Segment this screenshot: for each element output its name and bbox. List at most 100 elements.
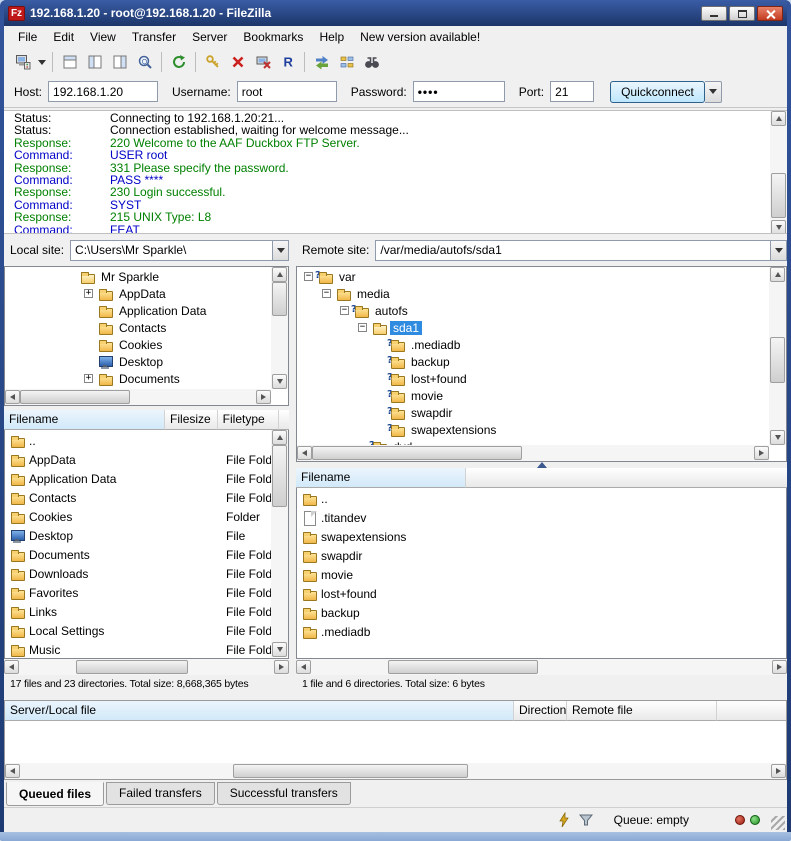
tree-item[interactable]: −?var [298, 268, 769, 285]
reconnect-button[interactable]: R [275, 51, 300, 74]
quickconnect-button[interactable]: Quickconnect [610, 81, 705, 103]
local-file-row[interactable]: AppDataFile Folder [6, 450, 271, 469]
site-manager-button[interactable] [10, 51, 35, 74]
scrollbar-thumb[interactable] [771, 173, 786, 218]
remote-file-row[interactable]: swapdir [298, 546, 785, 565]
lightning-icon[interactable] [556, 812, 572, 828]
toggle-message-log-button[interactable] [57, 51, 82, 74]
tree-item[interactable]: −media [298, 285, 769, 302]
collapse-icon[interactable]: − [340, 306, 349, 315]
scrollbar-thumb[interactable] [272, 282, 287, 316]
scroll-up-button[interactable] [272, 430, 287, 445]
port-input[interactable] [550, 81, 594, 102]
remote-list-hscrollbar[interactable] [296, 659, 787, 675]
remote-site-path-input[interactable] [375, 240, 770, 261]
remote-tree-vscrollbar[interactable] [769, 267, 786, 445]
remote-file-row[interactable]: lost+found [298, 584, 785, 603]
column-header-filetype[interactable]: Filetype [218, 410, 279, 430]
menu-help[interactable]: Help [311, 27, 352, 47]
remote-site-dropdown-button[interactable] [770, 240, 787, 261]
scrollbar-thumb[interactable] [770, 337, 785, 383]
scroll-down-button[interactable] [770, 430, 785, 445]
collapse-icon[interactable]: − [322, 289, 331, 298]
resize-grip[interactable] [771, 816, 785, 830]
tree-item[interactable]: ?movie [298, 387, 769, 404]
scrollbar-thumb[interactable] [233, 764, 468, 778]
tree-item[interactable]: Cookies [6, 336, 271, 353]
local-tree-hscrollbar[interactable] [5, 389, 271, 405]
column-header-direction[interactable]: Direction [514, 701, 567, 721]
scrollbar-thumb[interactable] [312, 446, 522, 460]
refresh-button[interactable] [166, 51, 191, 74]
scrollbar-thumb[interactable] [272, 445, 287, 507]
column-header-filename[interactable]: Filename [296, 468, 466, 488]
column-header-remote-file[interactable]: Remote file [567, 701, 717, 721]
scroll-right-button[interactable] [772, 660, 787, 674]
tree-item[interactable]: Mr Sparkle [6, 268, 271, 285]
scrollbar-thumb[interactable] [388, 660, 538, 674]
local-file-row[interactable]: FavoritesFile Folder [6, 583, 271, 602]
tree-item[interactable]: ?swapdir [298, 404, 769, 421]
tree-item[interactable]: Application Data [6, 302, 271, 319]
local-file-row[interactable]: Application DataFile Folder [6, 469, 271, 488]
local-file-row[interactable]: Local SettingsFile Folder [6, 621, 271, 640]
local-site-path-input[interactable] [70, 240, 272, 261]
menu-edit[interactable]: Edit [45, 27, 82, 47]
menu-view[interactable]: View [82, 27, 124, 47]
menu-transfer[interactable]: Transfer [124, 27, 184, 47]
expand-icon[interactable]: + [84, 374, 93, 383]
scroll-left-button[interactable] [296, 660, 311, 674]
scroll-left-button[interactable] [297, 446, 312, 460]
collapse-icon[interactable]: − [358, 323, 367, 332]
local-site-dropdown-button[interactable] [272, 240, 289, 261]
cancel-button[interactable] [225, 51, 250, 74]
title-bar[interactable]: Fz 192.168.1.20 - root@192.168.1.20 - Fi… [4, 0, 787, 26]
tab-failed-transfers[interactable]: Failed transfers [106, 782, 215, 805]
find-files-button[interactable] [359, 51, 384, 74]
scroll-left-button[interactable] [5, 390, 20, 404]
scroll-right-button[interactable] [274, 660, 289, 674]
disconnect-button[interactable] [250, 51, 275, 74]
local-file-row[interactable]: CookiesFolder [6, 507, 271, 526]
local-list-vscrollbar[interactable] [271, 430, 288, 657]
remote-file-row[interactable]: backup [298, 603, 785, 622]
remote-file-row[interactable]: .mediadb [298, 622, 785, 641]
tab-queued-files[interactable]: Queued files [6, 782, 104, 806]
scrollbar-thumb[interactable] [76, 660, 188, 674]
menu-file[interactable]: File [10, 27, 45, 47]
tree-item[interactable]: ?lost+found [298, 370, 769, 387]
local-file-row[interactable]: DocumentsFile Folder [6, 545, 271, 564]
scroll-left-button[interactable] [5, 764, 20, 778]
local-file-row[interactable]: DesktopFile [6, 526, 271, 545]
site-manager-dropdown-button[interactable] [35, 51, 48, 74]
remote-file-row[interactable]: .. [298, 489, 785, 508]
scroll-up-button[interactable] [272, 267, 287, 282]
collapse-icon[interactable]: − [304, 272, 313, 281]
funnel-icon[interactable] [578, 812, 594, 828]
toggle-queue-button[interactable]: Q [132, 51, 157, 74]
local-tree-vscrollbar[interactable] [271, 267, 288, 389]
scroll-up-button[interactable] [771, 111, 786, 126]
close-button[interactable] [757, 6, 783, 21]
local-file-row[interactable]: LinksFile Folder [6, 602, 271, 621]
local-list-hscrollbar[interactable] [4, 659, 289, 675]
scroll-down-button[interactable] [771, 220, 786, 234]
expand-icon[interactable]: + [84, 289, 93, 298]
tree-item[interactable]: +Documents [6, 370, 271, 387]
password-input[interactable] [413, 81, 505, 102]
remote-file-row[interactable]: swapextensions [298, 527, 785, 546]
tree-item[interactable]: Contacts [6, 319, 271, 336]
scrollbar-thumb[interactable] [20, 390, 130, 404]
scroll-right-button[interactable] [771, 764, 786, 778]
column-header-filename[interactable]: Filename [4, 410, 165, 430]
toggle-local-tree-button[interactable] [82, 51, 107, 74]
scroll-right-button[interactable] [256, 390, 271, 404]
message-log-scrollbar[interactable] [770, 111, 787, 234]
tree-item[interactable]: ?dvd [298, 438, 769, 445]
username-input[interactable] [237, 81, 337, 102]
tree-item[interactable]: ?swapextensions [298, 421, 769, 438]
menu-server[interactable]: Server [184, 27, 235, 47]
key-button[interactable] [200, 51, 225, 74]
column-header-filesize[interactable]: Filesize [165, 410, 218, 430]
queue-hscrollbar[interactable] [5, 763, 786, 779]
